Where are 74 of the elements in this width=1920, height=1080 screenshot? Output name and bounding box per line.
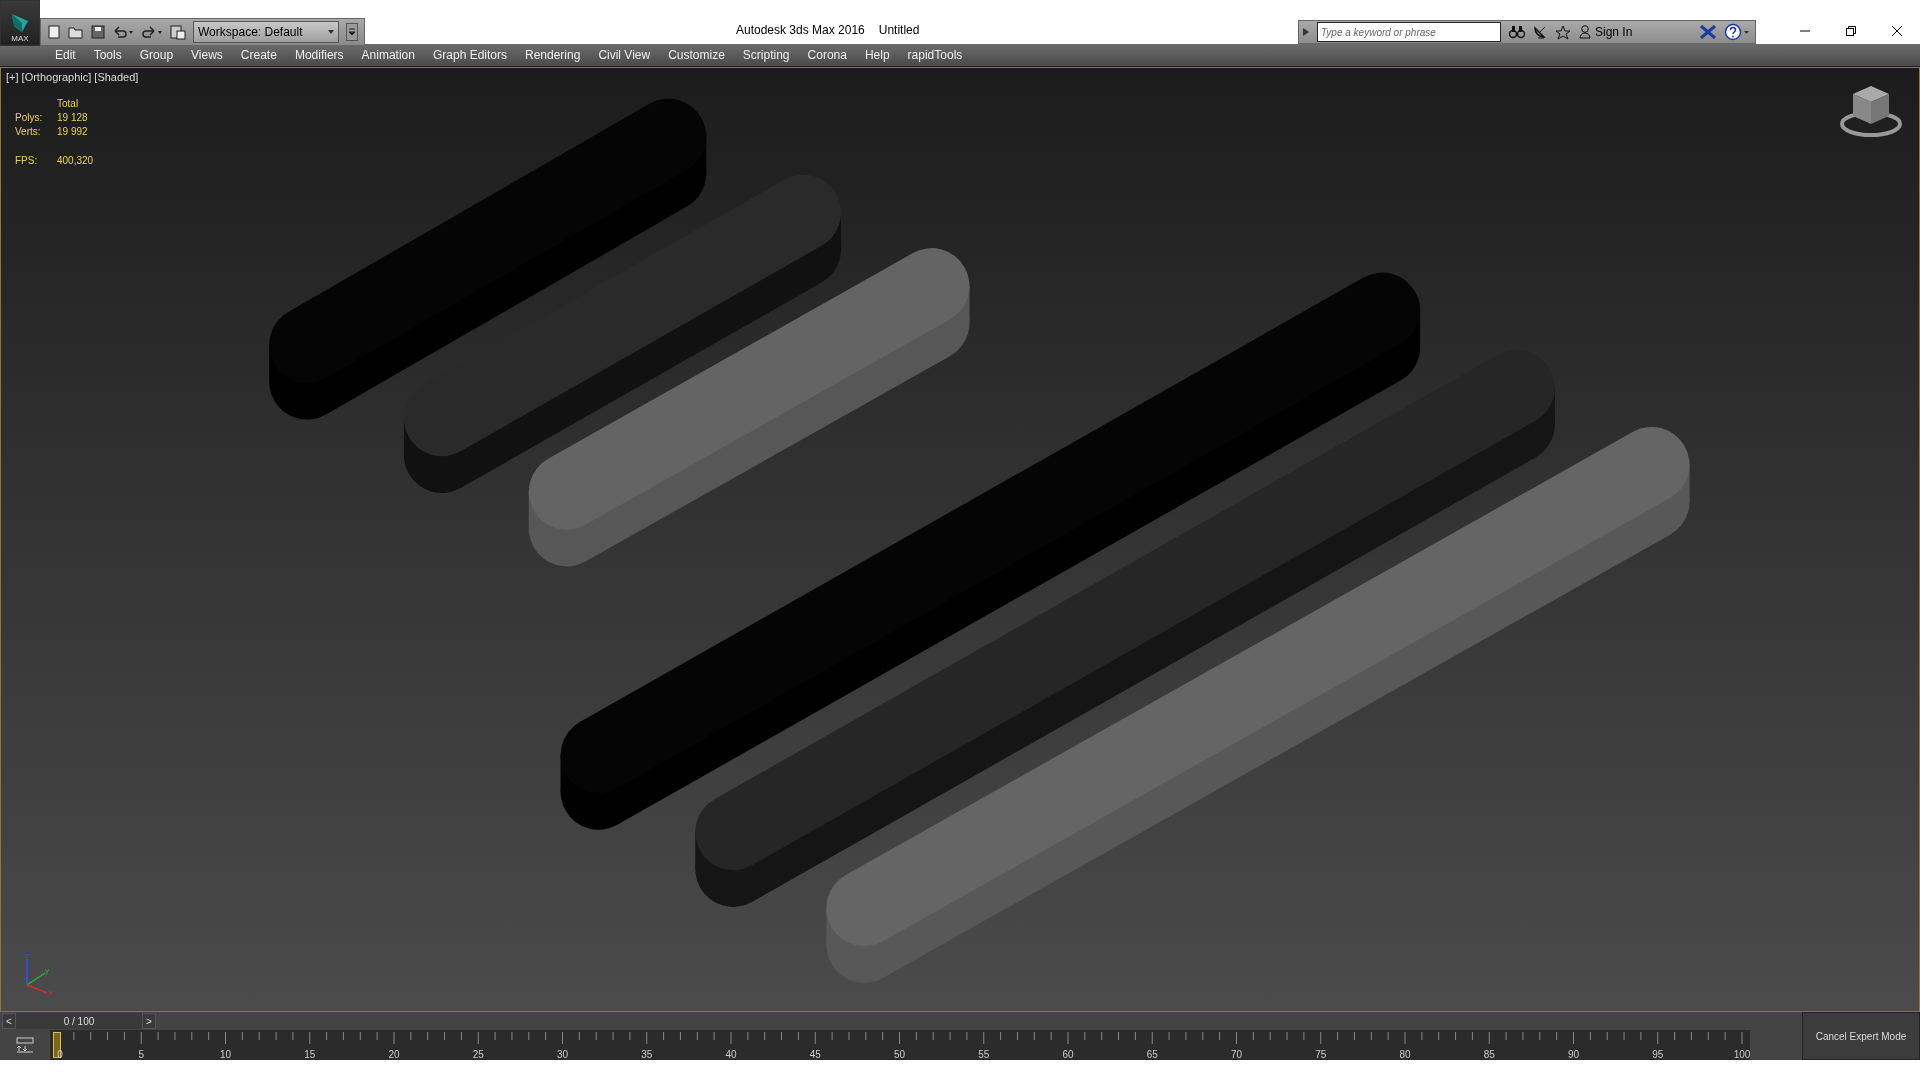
sign-in-button[interactable]: Sign In [1579, 25, 1693, 39]
menu-item[interactable]: Graph Editors [423, 48, 516, 62]
menu-item[interactable]: Help [855, 48, 899, 62]
frame-number: 85 [1483, 1049, 1495, 1060]
menu-item[interactable]: rapidTools [898, 48, 972, 62]
frame-number: 65 [1146, 1049, 1158, 1060]
frame-number: 55 [978, 1049, 990, 1060]
frame-number: 95 [1652, 1049, 1664, 1060]
redo-icon[interactable] [141, 25, 163, 39]
menu-item[interactable]: Rendering [516, 48, 590, 62]
frame-number: 20 [388, 1049, 400, 1060]
open-folder-icon[interactable] [68, 25, 84, 39]
previous-frame-button[interactable]: < [2, 1013, 16, 1029]
undo-icon[interactable] [112, 25, 134, 39]
stat-value: 19 128 [57, 112, 89, 123]
caret-icon [328, 30, 334, 34]
menu-item[interactable]: Edit [46, 48, 85, 62]
logo-icon [9, 12, 31, 34]
frame-counter: 0 / 100 [62, 1015, 96, 1027]
window-title: Autodesk 3ds Max 2016 [736, 23, 865, 37]
frame-number: 80 [1399, 1049, 1411, 1060]
document-name: Untitled [878, 23, 920, 37]
frame-number: 10 [219, 1049, 232, 1060]
stat-label: Verts: [15, 126, 42, 137]
close-icon [1891, 25, 1903, 37]
frame-number: 75 [1315, 1049, 1327, 1060]
menu-item[interactable]: Group [130, 48, 183, 62]
save-icon[interactable] [91, 25, 105, 39]
frame-number: 45 [809, 1049, 821, 1060]
menu-item[interactable]: Create [231, 48, 286, 62]
frame-number: 35 [641, 1049, 653, 1060]
menu-item[interactable]: Modifiers [285, 48, 353, 62]
frame-number: 100 [1733, 1049, 1751, 1060]
star-icon[interactable] [1555, 24, 1571, 40]
cancel-expert-mode-button[interactable]: Cancel Expert Mode [1802, 1012, 1920, 1060]
stats-heading: Total [57, 98, 80, 109]
menu-item[interactable]: Corona [798, 48, 856, 62]
menu-item[interactable]: Civil View [589, 48, 660, 62]
menu-item[interactable]: Animation [352, 48, 424, 62]
menu-item[interactable]: Scripting [733, 48, 799, 62]
frame-number: 25 [472, 1049, 484, 1060]
customize-toolbar-icon[interactable] [346, 23, 358, 41]
frame-number: 70 [1230, 1049, 1243, 1060]
frame-number: 60 [1062, 1049, 1074, 1060]
frame-number: 5 [138, 1049, 145, 1060]
fps-value: 400,320 [57, 155, 94, 166]
satellite-dish-icon[interactable] [1533, 25, 1547, 39]
menu-item[interactable]: Tools [84, 48, 131, 62]
frame-number: 40 [725, 1049, 737, 1060]
project-folder-icon[interactable] [170, 24, 186, 40]
restore-icon [1845, 25, 1857, 37]
viewport[interactable]: [+] [Orthographic] [Shaded] Total Polys: 19 128 Verts: 19 992 FPS: 400,320 z y x [0, 67, 1920, 1012]
viewport-label[interactable]: [+] [Orthographic] [Shaded] [6, 71, 139, 83]
frame-number: 50 [893, 1049, 906, 1060]
menu-item[interactable]: Views [182, 48, 232, 62]
menu-item[interactable]: Customize [659, 48, 734, 62]
stat-value: 19 992 [57, 126, 89, 137]
exchange-x-icon[interactable] [1700, 25, 1717, 39]
frame-number: 30 [556, 1049, 569, 1060]
next-frame-button[interactable]: > [142, 1013, 156, 1029]
help-icon[interactable] [1724, 23, 1751, 41]
time-slider-thumb[interactable]: < 0 / 100 > [2, 1013, 156, 1029]
user-icon [1579, 25, 1591, 39]
binoculars-icon[interactable] [1509, 25, 1525, 39]
stat-label: Polys: [15, 112, 44, 123]
expand-arrow-icon[interactable] [1303, 28, 1309, 36]
workspace-dropdown[interactable]: Workspace: Default [193, 21, 339, 43]
search-field[interactable]: Type a keyword or phrase [1317, 22, 1501, 42]
frame-number: 15 [304, 1049, 316, 1060]
fps-label: FPS: [15, 155, 39, 166]
frame-number: 90 [1567, 1049, 1580, 1060]
key-filter-icon[interactable] [15, 1037, 35, 1053]
new-file-icon[interactable] [47, 25, 61, 39]
app-menu-button[interactable]: MAX [0, 0, 40, 46]
